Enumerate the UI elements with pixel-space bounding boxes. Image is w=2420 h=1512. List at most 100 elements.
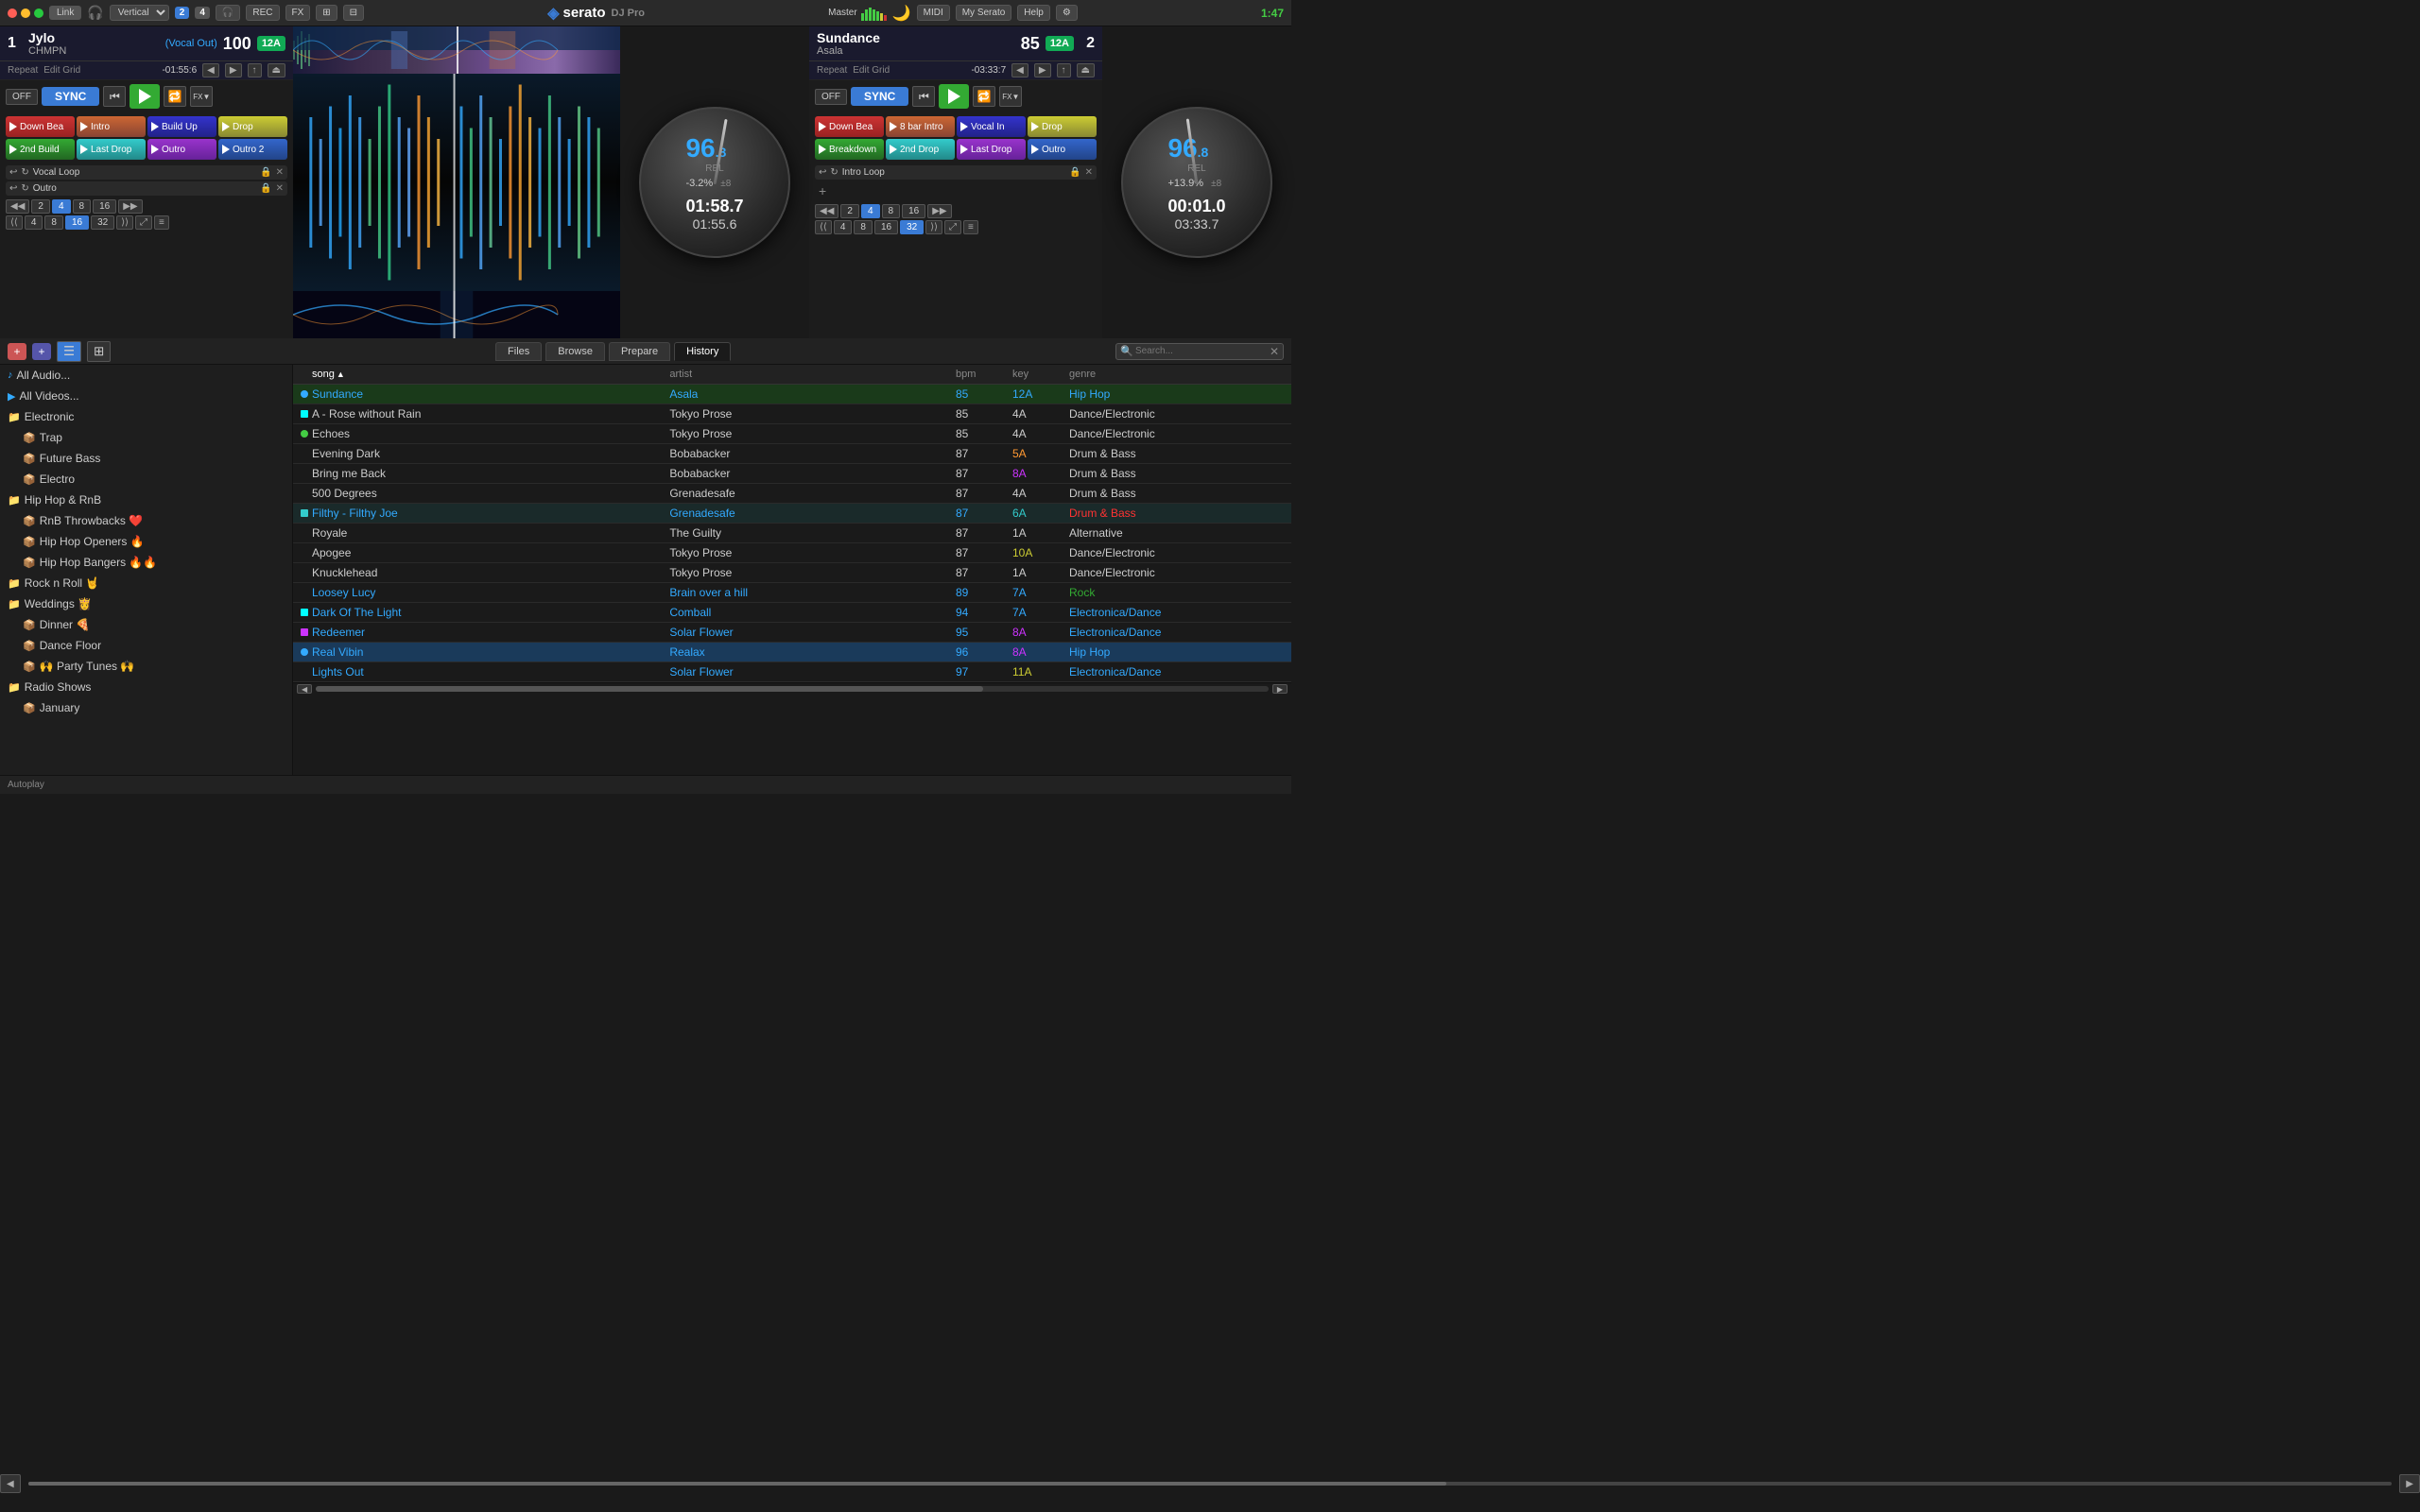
deck1-bj-8[interactable]: 8 bbox=[44, 215, 63, 230]
deck1-play-btn[interactable] bbox=[130, 84, 160, 109]
tracklist-scroll-right[interactable]: ▶ bbox=[1272, 684, 1288, 694]
deck2-scroll-icon-btn[interactable]: ≡ bbox=[963, 220, 978, 234]
loop-refresh-icon[interactable]: ↻ bbox=[21, 183, 28, 194]
deck2-platter[interactable]: 96 .8 REL +13.9% ±8 00:01.0 03:33.7 bbox=[1121, 107, 1272, 258]
deck1-sync-btn[interactable]: SYNC bbox=[42, 87, 99, 106]
help-button[interactable]: Help bbox=[1017, 5, 1050, 21]
tracklist-hscrollbar[interactable] bbox=[316, 686, 1269, 692]
midi-button[interactable]: MIDI bbox=[917, 5, 950, 21]
deck2-fx-btn[interactable]: FX▼ bbox=[999, 86, 1022, 107]
deck1-next-btn[interactable]: ▶ bbox=[225, 63, 242, 77]
grid-view-btn[interactable]: ⊞ bbox=[87, 341, 111, 362]
search-box[interactable]: 🔍 ✕ bbox=[1115, 343, 1284, 360]
deck1-beat-4[interactable]: 4 bbox=[52, 199, 71, 214]
deck1-cue-7[interactable]: Outro bbox=[147, 139, 216, 160]
sidebar-item-hiphop[interactable]: 📁 Hip Hop & RnB bbox=[0, 490, 292, 510]
deck1-bj-16[interactable]: 16 bbox=[65, 215, 89, 230]
deck1-off-btn[interactable]: OFF bbox=[6, 89, 38, 105]
loop-close-btn-3[interactable]: ✕ bbox=[1085, 167, 1093, 178]
deck2-cue-7[interactable]: Last Drop bbox=[957, 139, 1026, 160]
sidebar-item-hiphop-openers[interactable]: 📦 Hip Hop Openers 🔥 bbox=[0, 531, 292, 552]
deck2-bj-32[interactable]: 32 bbox=[900, 220, 924, 234]
sidebar-item-rnb[interactable]: 📦 RnB Throwbacks ❤️ bbox=[0, 510, 292, 531]
deck2-platter-area[interactable]: 96 .8 REL +13.9% ±8 00:01.0 03:33.7 bbox=[1112, 97, 1282, 267]
loop-lock-icon[interactable]: 🔒 bbox=[260, 183, 271, 194]
deck2-loop-btn[interactable]: 🔁 bbox=[973, 86, 995, 107]
deck2-cue-4[interactable]: Drop bbox=[1028, 116, 1097, 137]
col-header-bpm[interactable]: bpm bbox=[956, 369, 1012, 380]
track-row-4[interactable]: Evening Dark Bobabacker 87 5A Drum & Bas… bbox=[293, 444, 1291, 464]
deck2-cue-2[interactable]: 8 bar Intro bbox=[886, 116, 955, 137]
deck2-loop-icon-btn[interactable]: ⤢ bbox=[944, 220, 961, 234]
deck1-eject-btn[interactable]: ⏏ bbox=[268, 63, 285, 77]
deck1-cue-8[interactable]: Outro 2 bbox=[218, 139, 287, 160]
fx-button[interactable]: FX bbox=[285, 5, 311, 21]
tab-browse[interactable]: Browse bbox=[545, 342, 605, 361]
deck1-cue-5[interactable]: 2nd Build bbox=[6, 139, 75, 160]
deck1-load-btn[interactable]: ↑ bbox=[248, 63, 262, 77]
search-input[interactable] bbox=[1135, 346, 1268, 356]
add-smartcrate-btn[interactable]: + bbox=[32, 343, 51, 360]
deck2-bj-4[interactable]: 4 bbox=[834, 220, 853, 234]
loop-close-btn[interactable]: ✕ bbox=[276, 167, 284, 178]
tab-files[interactable]: Files bbox=[495, 342, 542, 361]
myserato-button[interactable]: My Serato bbox=[956, 5, 1012, 21]
sidebar-item-radio-shows[interactable]: 📁 Radio Shows bbox=[0, 677, 292, 697]
sidebar-item-january[interactable]: 📦 January bbox=[0, 697, 292, 718]
minimize-btn[interactable] bbox=[21, 9, 30, 18]
track-row-6[interactable]: 500 Degrees Grenadesafe 87 4A Drum & Bas… bbox=[293, 484, 1291, 504]
add-loop-btn[interactable]: + bbox=[819, 183, 826, 198]
deck1-cue-6[interactable]: Last Drop bbox=[77, 139, 146, 160]
deck1-cue-4[interactable]: Drop bbox=[218, 116, 287, 137]
deck1-cue-btn[interactable]: ⏮ bbox=[103, 86, 126, 107]
deck2-cue-3[interactable]: Vocal In bbox=[957, 116, 1026, 137]
deck1-bj-4[interactable]: 4 bbox=[25, 215, 43, 230]
deck1-bj-32[interactable]: 32 bbox=[91, 215, 114, 230]
loop-refresh-icon[interactable]: ↻ bbox=[21, 167, 28, 178]
deck2-next-btn[interactable]: ▶ bbox=[1034, 63, 1051, 77]
deck2-load-btn[interactable]: ↑ bbox=[1057, 63, 1071, 77]
deck1-bj-back-2[interactable]: ⟨⟨ bbox=[6, 215, 23, 230]
sidebar-item-party-tunes[interactable]: 📦 🙌 Party Tunes 🙌 bbox=[0, 656, 292, 677]
track-row-7[interactable]: Filthy - Filthy Joe Grenadesafe 87 6A Dr… bbox=[293, 504, 1291, 524]
col-header-key[interactable]: key bbox=[1012, 369, 1069, 380]
sidebar-item-electro[interactable]: 📦 Electro bbox=[0, 469, 292, 490]
deck1-beat-2[interactable]: 2 bbox=[31, 199, 50, 214]
deck1-beat-back[interactable]: ◀◀ bbox=[6, 199, 29, 214]
headphone-btn[interactable]: 🎧 bbox=[216, 5, 240, 21]
track-row-1[interactable]: Sundance Asala 85 12A Hip Hop bbox=[293, 385, 1291, 404]
deck2-repeat[interactable]: Repeat bbox=[817, 65, 847, 76]
deck1-loop-btn[interactable]: 🔁 bbox=[164, 86, 186, 107]
track-row-11[interactable]: Loosey Lucy Brain over a hill 89 7A Rock bbox=[293, 583, 1291, 603]
track-row-12[interactable]: Dark Of The Light Comball 94 7A Electron… bbox=[293, 603, 1291, 623]
deck2-cue-1[interactable]: Down Bea bbox=[815, 116, 884, 137]
deck1-scroll-icon-btn[interactable]: ≡ bbox=[154, 215, 169, 230]
sidebar-item-all-audio[interactable]: ♪ All Audio... bbox=[0, 365, 292, 386]
track-row-13[interactable]: Redeemer Solar Flower 95 8A Electronica/… bbox=[293, 623, 1291, 643]
sidebar-item-electronic[interactable]: 📁 Electronic bbox=[0, 406, 292, 427]
tab-prepare[interactable]: Prepare bbox=[609, 342, 670, 361]
link-button[interactable]: Link bbox=[49, 6, 81, 20]
deck1-cue-1[interactable]: Down Bea bbox=[6, 116, 75, 137]
tracklist-scroll-left[interactable]: ◀ bbox=[297, 684, 312, 694]
track-row-5[interactable]: Bring me Back Bobabacker 87 8A Drum & Ba… bbox=[293, 464, 1291, 484]
sidebar-item-hiphop-bangers[interactable]: 📦 Hip Hop Bangers 🔥🔥 bbox=[0, 552, 292, 573]
deck2-cue-5[interactable]: Breakdown bbox=[815, 139, 884, 160]
close-btn[interactable] bbox=[8, 9, 17, 18]
deck1-platter-area[interactable]: 96 .8 REL -3.2% ±8 01:58.7 01:55.6 bbox=[630, 97, 800, 267]
loop-lock-icon[interactable]: 🔒 bbox=[260, 167, 271, 178]
sidebar-item-all-videos[interactable]: ▶ All Videos... bbox=[0, 386, 292, 406]
deck1-loop-icon-btn[interactable]: ⤢ bbox=[135, 215, 152, 230]
loop-reload-icon[interactable]: ↩ bbox=[9, 183, 17, 194]
search-clear-btn[interactable]: ✕ bbox=[1270, 345, 1279, 358]
loop-close-btn-2[interactable]: ✕ bbox=[276, 183, 284, 194]
deck2-beat-4[interactable]: 4 bbox=[861, 204, 880, 218]
loop-lock-icon-2[interactable]: 🔒 bbox=[1069, 167, 1080, 178]
list-view-btn[interactable]: ☰ bbox=[57, 341, 81, 362]
deck2-beat-16[interactable]: 16 bbox=[902, 204, 925, 218]
deck2-sync-btn[interactable]: SYNC bbox=[851, 87, 908, 106]
deck1-edit-grid[interactable]: Edit Grid bbox=[43, 65, 80, 76]
col-header-artist[interactable]: artist bbox=[669, 369, 956, 380]
deck2-beat-back[interactable]: ◀◀ bbox=[815, 204, 838, 218]
layout-icon-btn[interactable]: ⊞ bbox=[316, 5, 337, 21]
